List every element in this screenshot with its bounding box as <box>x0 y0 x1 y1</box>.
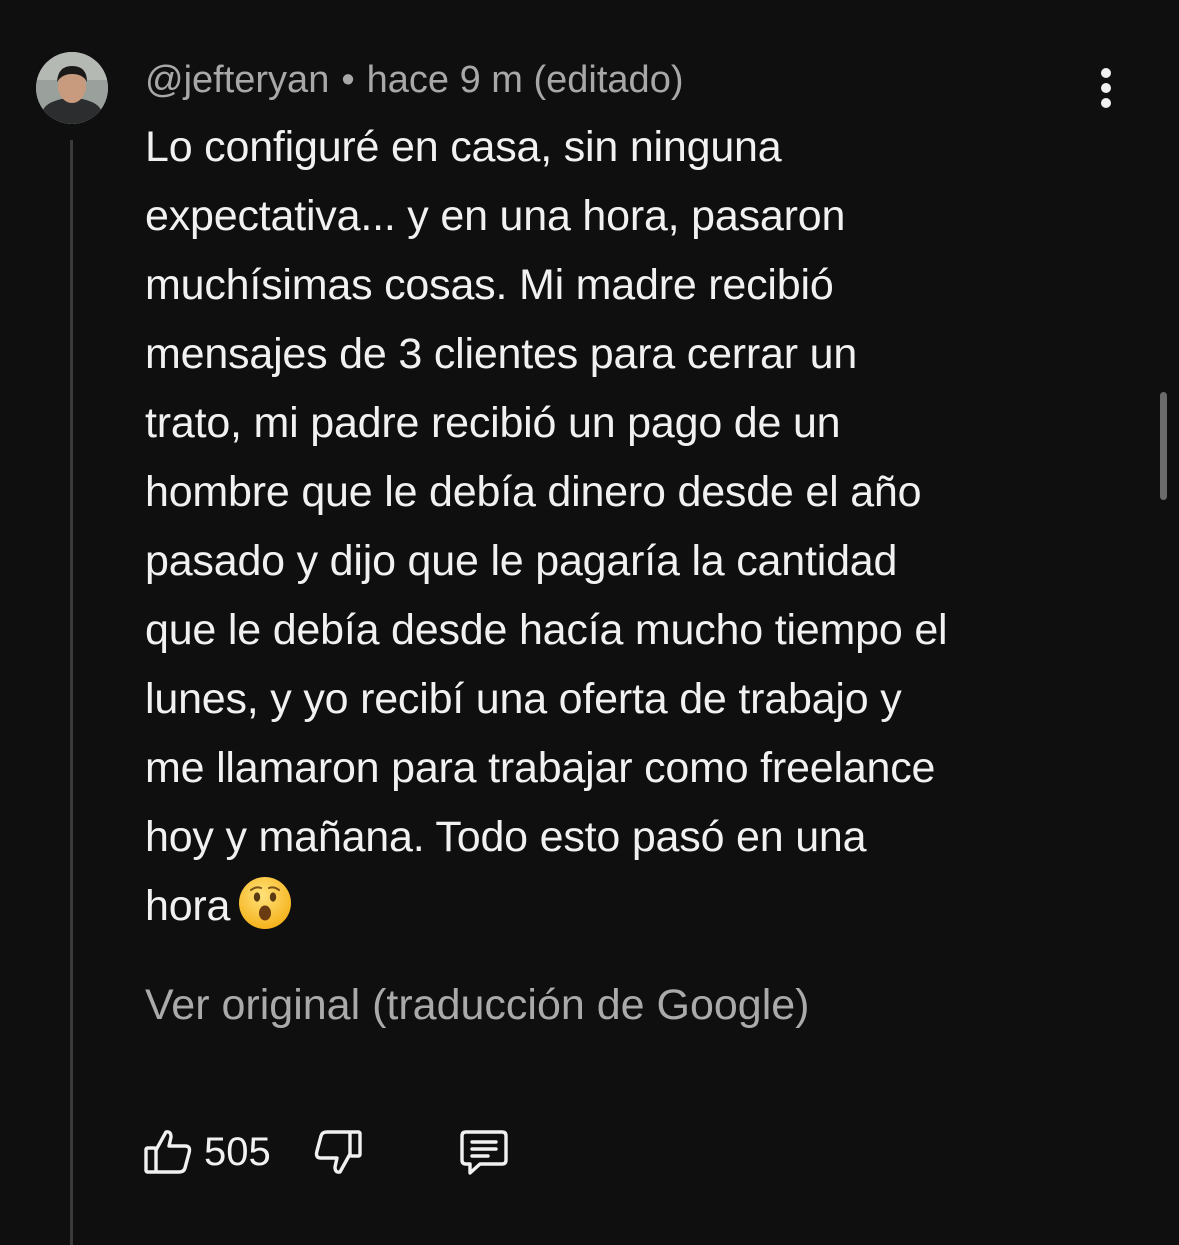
avatar[interactable] <box>36 52 108 124</box>
comment-view: @jefteryan • hace 9 m (editado) Lo configu… <box>0 0 1179 1245</box>
more-vert-icon[interactable] <box>1092 66 1122 110</box>
comment-line: hoy y mañana. Todo esto pasó en una <box>145 813 867 861</box>
comment-header: @jefteryan • hace 9 m (editado) <box>145 56 683 104</box>
comment-line: trato, mi padre recibió un pago de un <box>145 399 841 447</box>
comment-line: muchísimas cosas. Mi madre recibió <box>145 261 834 309</box>
astonished-face-icon <box>238 876 292 930</box>
comment-text: Lo configuré en casa, sin ninguna expect… <box>145 113 1115 941</box>
comment-line: mensajes de 3 clientes para cerrar un <box>145 330 858 378</box>
author-handle[interactable]: @jefteryan <box>145 59 329 101</box>
comment-line: que le debía desde hacía mucho tiempo el <box>145 606 948 654</box>
comment-line: me llamaron para trabajar como freelance <box>145 744 936 792</box>
comment-line: pasado y dijo que le pagaría la cantidad <box>145 537 898 585</box>
thumbs-down-icon[interactable] <box>310 1126 366 1182</box>
separator-dot: • <box>341 59 355 101</box>
comment-icon[interactable] <box>456 1124 512 1180</box>
comment-line: Lo configuré en casa, sin ninguna <box>145 123 782 171</box>
like-count: 505 <box>204 1130 271 1174</box>
thumbs-up-icon[interactable] <box>140 1124 196 1180</box>
comment-line: expectativa... y en una hora, pasaron <box>145 192 846 240</box>
scrollbar[interactable] <box>1160 392 1167 500</box>
see-original-link[interactable]: Ver original (traducción de Google) <box>145 975 809 1035</box>
comment-line: hora <box>145 882 231 930</box>
comment-line: lunes, y yo recibí una oferta de trabajo… <box>145 675 902 723</box>
comment-line-last: hora <box>145 872 1115 941</box>
thread-line <box>70 140 73 1245</box>
timestamp: hace 9 m (editado) <box>366 59 684 101</box>
comment-line: hombre que le debía dinero desde el año <box>145 468 922 516</box>
